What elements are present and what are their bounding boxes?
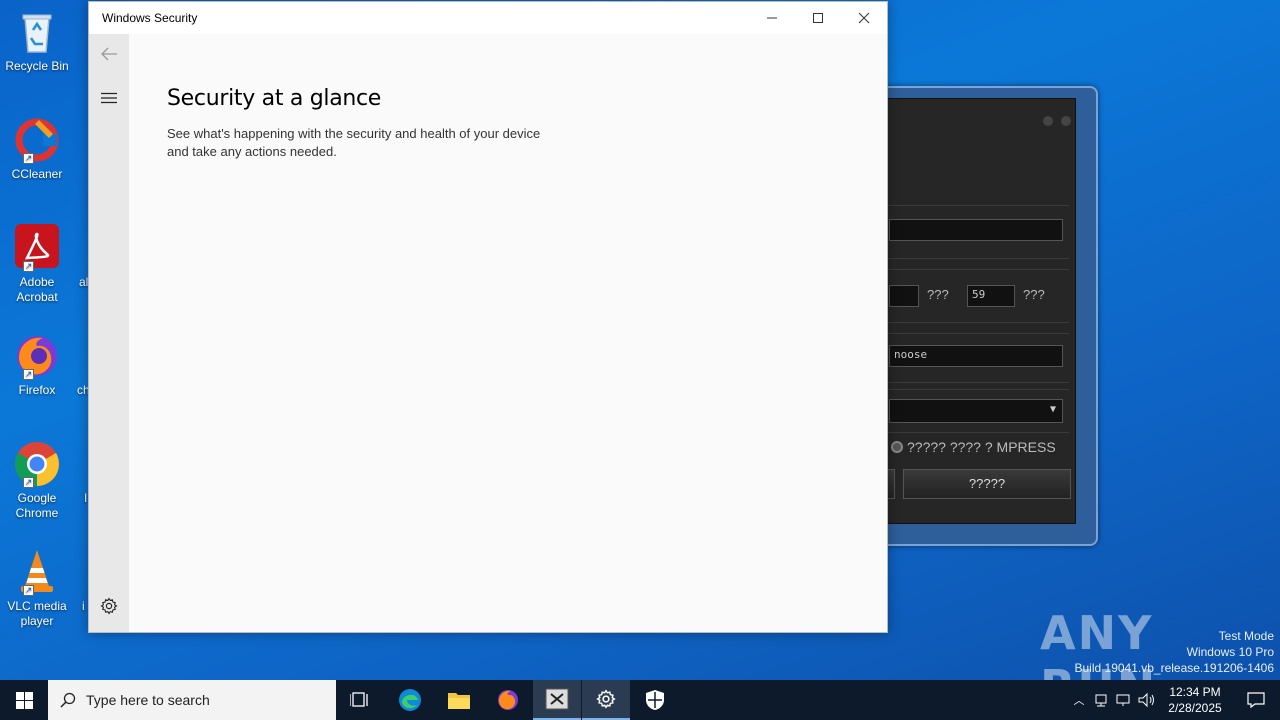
back-arrow-icon — [101, 47, 117, 61]
title-bar[interactable]: Windows Security — [89, 2, 887, 34]
close-button[interactable] — [841, 2, 887, 34]
desktop-icon-label: Adobe Acrobat — [16, 275, 58, 304]
edge-icon — [399, 689, 421, 711]
network-icon[interactable] — [1094, 692, 1110, 708]
minimize-icon — [767, 17, 777, 19]
desktop-icon-recycle-bin[interactable]: Recycle Bin — [2, 8, 72, 74]
search-icon — [60, 692, 76, 708]
partial-desktop-label: al — [79, 275, 89, 289]
gear-icon — [100, 597, 118, 615]
background-app-body: ??? 59 ??? noose ▼ ????? ???? ? MPRESS ?… — [864, 98, 1076, 524]
desktop-icon-label: Google Chrome — [15, 491, 59, 520]
taskbar-search-box[interactable]: Type here to search — [48, 680, 336, 720]
shortcut-arrow-icon: ↗ — [23, 477, 34, 488]
desktop-icon-label: CCleaner — [11, 167, 63, 181]
desktop-icon-label: VLC media player — [7, 599, 67, 628]
desktop-icon-google-chrome[interactable]: ↗ Google Chrome — [2, 440, 72, 521]
clock-date: 2/28/2025 — [1168, 701, 1222, 715]
page-title: Security at a glance — [167, 86, 382, 111]
windows-logo-icon — [15, 691, 33, 709]
taskbar-clock[interactable]: 12:34 PM 2/28/2025 — [1160, 684, 1230, 716]
background-app-dropdown[interactable]: ▼ — [889, 399, 1063, 423]
partial-desktop-label: I — [84, 491, 88, 505]
background-app-number-field[interactable] — [889, 285, 919, 307]
watermark-line: Test Mode — [1218, 629, 1274, 643]
minimize-dot-icon[interactable] — [1042, 116, 1053, 126]
page-description: See what's happening with the security a… — [167, 126, 541, 159]
firefox-icon: ↗ — [13, 332, 61, 380]
navigation-rail — [89, 34, 129, 632]
background-app-action-button[interactable]: ????? — [903, 469, 1071, 499]
ccleaner-icon: ↗ — [13, 116, 61, 164]
taskbar-settings[interactable] — [582, 680, 630, 720]
folder-icon — [448, 693, 470, 709]
notification-icon — [1247, 692, 1265, 709]
windows-security-window[interactable]: Windows Security Security at a glance Se… — [88, 1, 888, 633]
taskbar-edge[interactable] — [386, 680, 434, 720]
taskbar-firefox[interactable] — [484, 680, 532, 720]
desktop-icon-vlc[interactable]: ↗ VLC media player — [2, 548, 72, 629]
background-app-number-field-2[interactable]: 59 — [967, 285, 1015, 307]
taskbar-background-app[interactable] — [533, 680, 581, 720]
maximize-button[interactable] — [795, 2, 841, 34]
minimize-button[interactable] — [749, 2, 795, 34]
notification-center-button[interactable] — [1232, 680, 1280, 720]
task-view-button[interactable] — [336, 680, 384, 720]
partial-desktop-label: i — [82, 599, 85, 613]
desktop-icon-label: Recycle Bin — [5, 59, 69, 73]
speaker-icon[interactable] — [1138, 692, 1156, 708]
desktop-icon-adobe-acrobat[interactable]: ↗ Adobe Acrobat — [2, 224, 72, 305]
start-button[interactable] — [0, 680, 48, 720]
unit-label: ??? — [927, 287, 949, 302]
search-placeholder: Type here to search — [86, 692, 210, 708]
taskbar: Type here to search ︿ 12:34 PM 2/28/2025 — [0, 680, 1280, 720]
chrome-icon: ↗ — [13, 440, 61, 488]
adobe-acrobat-icon: ↗ — [13, 224, 61, 272]
firefox-icon — [498, 690, 518, 710]
system-tray: ︿ — [1070, 680, 1156, 720]
shortcut-arrow-icon: ↗ — [23, 585, 34, 596]
close-icon — [858, 12, 870, 24]
chevron-down-icon: ▼ — [1049, 404, 1056, 415]
shortcut-arrow-icon: ↗ — [23, 261, 34, 272]
desktop-icon-ccleaner[interactable]: ↗ CCleaner — [2, 116, 72, 182]
hamburger-menu-icon — [101, 92, 117, 104]
window-title: Windows Security — [102, 11, 198, 25]
settings-button[interactable] — [89, 586, 129, 626]
choose-file-field[interactable]: noose — [889, 345, 1063, 367]
radio-label: ????? ???? ? MPRESS — [907, 439, 1056, 455]
background-app-text-field[interactable] — [889, 219, 1063, 241]
back-button[interactable] — [89, 34, 129, 74]
chevron-up-icon[interactable]: ︿ — [1070, 692, 1088, 708]
close-dot-icon[interactable] — [1061, 116, 1071, 126]
main-content: Security at a glance See what's happenin… — [167, 86, 557, 161]
watermark-line: Build 19041.vb_release.191206-1406 — [1074, 661, 1275, 675]
unit-label: ??? — [1023, 287, 1045, 302]
monitor-icon[interactable] — [1116, 692, 1132, 708]
vlc-icon: ↗ — [13, 548, 61, 596]
background-app-controls — [1039, 113, 1071, 131]
task-view-icon — [350, 692, 368, 707]
shield-icon — [646, 690, 664, 710]
maximize-icon — [813, 13, 823, 23]
desktop-icon-label: Firefox — [18, 383, 56, 397]
taskbar-windows-security[interactable] — [631, 680, 679, 720]
background-app-window[interactable]: ??? 59 ??? noose ▼ ????? ???? ? MPRESS ?… — [862, 86, 1098, 546]
watermark-line: Windows 10 Pro — [1186, 645, 1274, 659]
clock-time: 12:34 PM — [1169, 685, 1221, 699]
radio-button[interactable] — [891, 441, 903, 453]
shortcut-arrow-icon: ↗ — [23, 369, 34, 380]
gear-icon — [596, 689, 616, 709]
hamburger-menu-button[interactable] — [89, 78, 129, 118]
shortcut-arrow-icon: ↗ — [23, 153, 34, 164]
app-window-icon — [545, 688, 569, 710]
taskbar-file-explorer[interactable] — [435, 680, 483, 720]
recycle-bin-icon — [13, 8, 61, 56]
desktop-icon-firefox[interactable]: ↗ Firefox — [2, 332, 72, 398]
system-watermark: Test Mode Windows 10 Pro Build 19041.vb_… — [1075, 628, 1275, 676]
